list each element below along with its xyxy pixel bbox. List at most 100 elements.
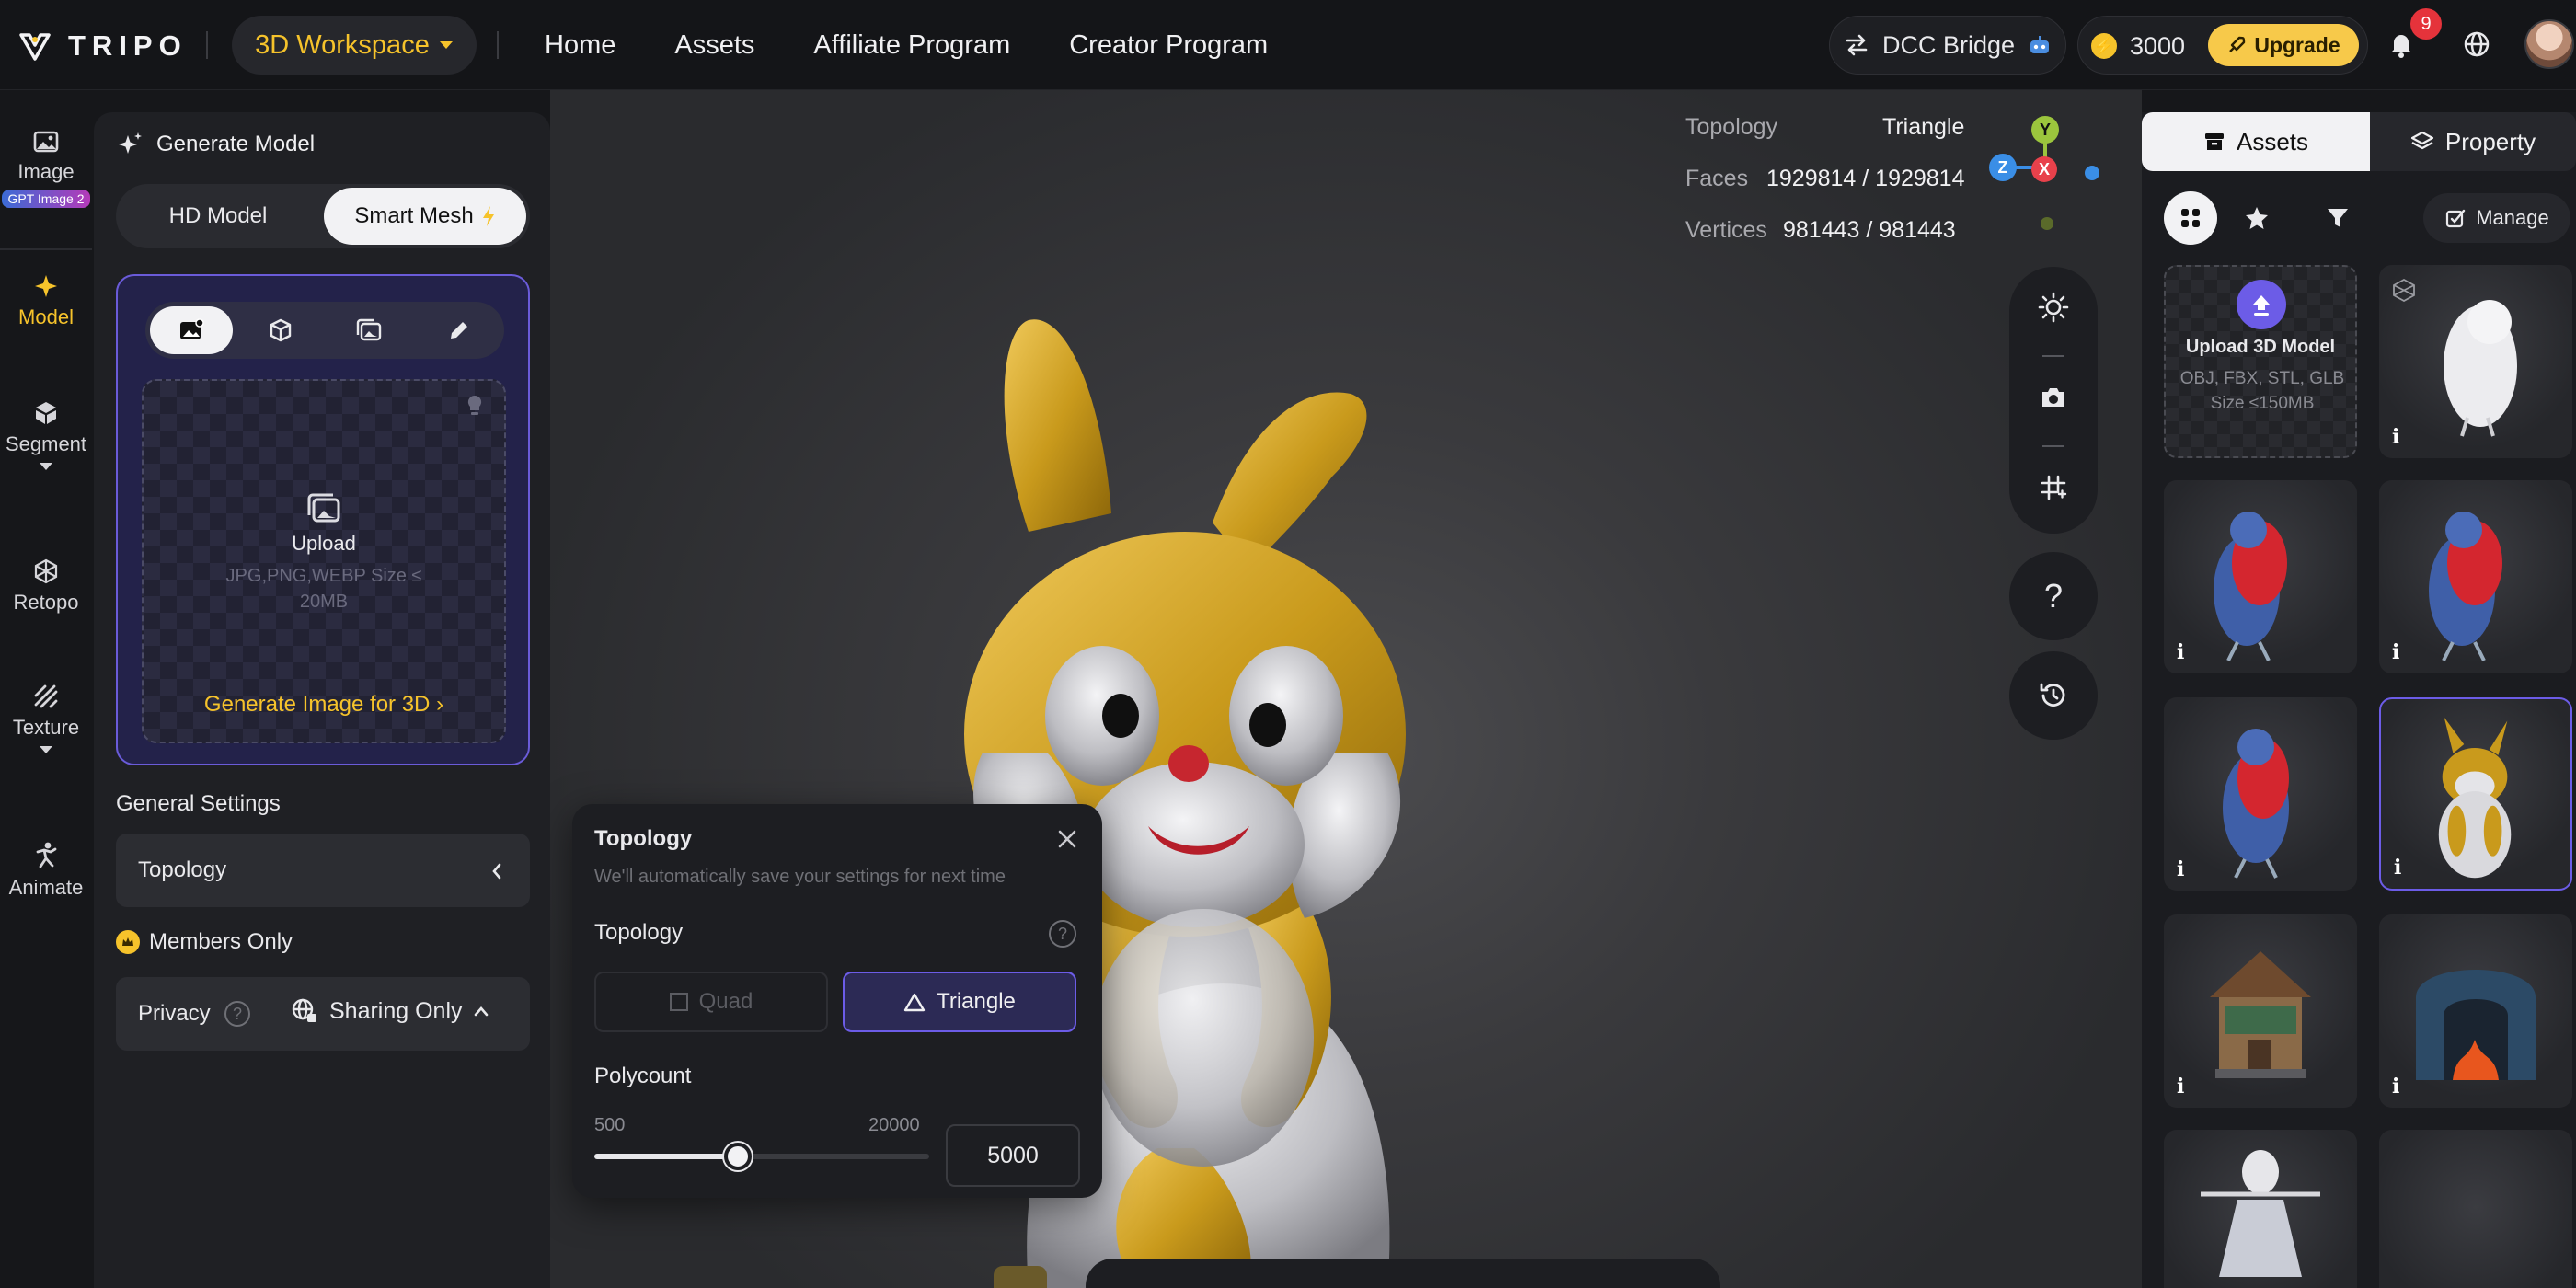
info-icon[interactable]: i (2392, 1075, 2412, 1098)
lightbulb-icon[interactable] (466, 394, 484, 418)
upload-3d-model-tile[interactable]: Upload 3D Model OBJ, FBX, STL, GLB Size … (2164, 265, 2357, 458)
cube-icon (270, 318, 292, 342)
lighting-button[interactable] (2035, 289, 2072, 326)
z-axis-handle[interactable]: Z (1989, 154, 2017, 181)
rail-item-model[interactable]: Model (0, 272, 92, 329)
upload-image-icon (307, 493, 340, 523)
snapshot-button[interactable] (2035, 379, 2072, 416)
grid-view-button[interactable] (2164, 191, 2217, 245)
rail-item-animate[interactable]: Animate (0, 841, 92, 900)
nav-home[interactable]: Home (545, 30, 615, 61)
rail-item-retopo[interactable]: Retopo (0, 558, 92, 615)
swap-icon (1846, 34, 1868, 56)
info-icon[interactable]: i (2392, 640, 2412, 664)
topology-stat-value: Triangle (1882, 114, 1965, 140)
tab-multi-image[interactable] (328, 306, 410, 354)
quad-option[interactable]: Quad (594, 972, 828, 1032)
top-nav-bar: TRIPO 3D Workspace Home Assets Affiliate… (0, 0, 2576, 90)
tab-property[interactable]: Property (2370, 112, 2576, 171)
square-icon (669, 993, 688, 1011)
nav-assets[interactable]: Assets (674, 30, 754, 61)
info-icon[interactable]: i (2394, 856, 2414, 880)
generate-image-link[interactable]: Generate Image for 3D › (144, 692, 504, 718)
texture-stripes-icon (34, 684, 58, 708)
user-avatar[interactable] (2524, 19, 2574, 69)
info-icon[interactable]: i (2177, 1075, 2197, 1098)
bottom-toolbar-thumb[interactable] (994, 1266, 1047, 1288)
favorites-button[interactable] (2230, 191, 2283, 245)
image-upload-dropzone[interactable]: Upload JPG,PNG,WEBP Size ≤ 20MB Generate… (142, 379, 506, 743)
asset-tile-red-bird-2[interactable]: i (2379, 480, 2572, 673)
asset-tile-bunny-selected[interactable]: i (2379, 697, 2572, 891)
rail-label-image: Image (17, 160, 75, 183)
grid-toggle-button[interactable] (2035, 469, 2072, 506)
manage-button[interactable]: Manage (2423, 193, 2570, 243)
asset-tile-white-bird[interactable]: i (2379, 265, 2572, 458)
3d-viewport[interactable]: Topology Triangle Faces 1929814 / 192981… (550, 90, 2142, 1288)
sparkle-icon (35, 275, 57, 297)
credits-pill: ⚡ 3000 Upgrade (2077, 16, 2368, 75)
wireframe-icon[interactable] (2392, 278, 2416, 302)
axis-gizmo[interactable]: Y Z X (1989, 116, 2099, 236)
history-button[interactable] (2009, 651, 2098, 740)
mode-smart-mesh[interactable]: Smart Mesh (324, 188, 526, 245)
topology-section-label: Topology (594, 920, 684, 945)
asset-tile-treasure-chest[interactable] (2379, 1130, 2572, 1288)
asset-tile-girl-figure[interactable] (2164, 1130, 2357, 1288)
info-icon[interactable]: i (2177, 857, 2197, 881)
globe-icon (2464, 31, 2490, 57)
rail-item-image[interactable]: Image GPT Image 2 (0, 129, 92, 208)
x-axis-handle[interactable]: X (2031, 156, 2057, 182)
general-settings-heading: General Settings (116, 791, 281, 816)
filter-button[interactable] (2311, 191, 2364, 245)
workspace-dropdown[interactable]: 3D Workspace (232, 16, 477, 75)
panel-header: Generate Model (116, 131, 315, 158)
asset-tile-cottage[interactable]: i (2164, 914, 2357, 1108)
rail-item-segment[interactable]: Segment (0, 399, 92, 471)
asset-tile-fireplace[interactable]: i (2379, 914, 2572, 1108)
privacy-dropdown[interactable]: Sharing Only (291, 997, 489, 1025)
help-icon[interactable]: ? (1049, 920, 1076, 948)
manage-icon (2446, 209, 2466, 228)
tripo-logo[interactable]: TRIPO (18, 28, 188, 64)
tab-cube[interactable] (239, 306, 322, 354)
tab-single-image[interactable] (150, 306, 233, 354)
topology-popup: Topology We'll automatically save your s… (572, 804, 1102, 1198)
running-figure-icon (36, 842, 57, 868)
asset-tile-red-bird-1[interactable]: i (2164, 480, 2357, 673)
rail-item-texture[interactable]: Texture (0, 683, 92, 754)
help-button[interactable]: ? (2009, 552, 2098, 640)
language-button[interactable] (2453, 20, 2501, 68)
triangle-icon (903, 993, 926, 1012)
vertices-stat-value: 981443 / 981443 (1783, 217, 1956, 243)
info-icon[interactable]: i (2392, 425, 2412, 449)
faces-stat-label: Faces (1685, 166, 1749, 191)
topology-setting-row[interactable]: Topology (116, 834, 530, 907)
help-icon[interactable]: ? (224, 1001, 250, 1027)
mode-smart-mesh-label: Smart Mesh (354, 203, 474, 228)
y-axis-handle[interactable]: Y (2031, 116, 2059, 144)
tab-assets[interactable]: Assets (2142, 112, 2370, 171)
assets-panel: Assets Property Manage Upload 3D Model O… (2142, 112, 2576, 1288)
mode-hd-model[interactable]: HD Model (120, 188, 316, 245)
upload-label: Upload (292, 532, 356, 555)
divider (497, 31, 499, 59)
workspace-label: 3D Workspace (255, 29, 430, 60)
asset-filter-row (2164, 191, 2364, 245)
right-panel-tabs: Assets Property (2142, 112, 2576, 171)
polycount-input[interactable]: 5000 (946, 1124, 1080, 1187)
nav-affiliate[interactable]: Affiliate Program (813, 30, 1010, 61)
nav-creator[interactable]: Creator Program (1069, 30, 1268, 61)
dcc-bridge-button[interactable]: DCC Bridge (1829, 16, 2066, 75)
caret-down-icon (439, 41, 453, 49)
upgrade-button[interactable]: Upgrade (2208, 24, 2359, 66)
tab-sketch[interactable] (418, 306, 500, 354)
close-icon[interactable] (1056, 828, 1078, 850)
polycount-slider[interactable] (594, 1143, 929, 1170)
left-tool-rail: Image GPT Image 2 Model Segment Retopo T… (0, 112, 92, 1288)
polycount-slider-handle[interactable] (724, 1143, 752, 1170)
triangle-label: Triangle (937, 989, 1016, 1014)
triangle-option[interactable]: Triangle (843, 972, 1076, 1032)
info-icon[interactable]: i (2177, 640, 2197, 664)
asset-tile-red-bird-3[interactable]: i (2164, 697, 2357, 891)
